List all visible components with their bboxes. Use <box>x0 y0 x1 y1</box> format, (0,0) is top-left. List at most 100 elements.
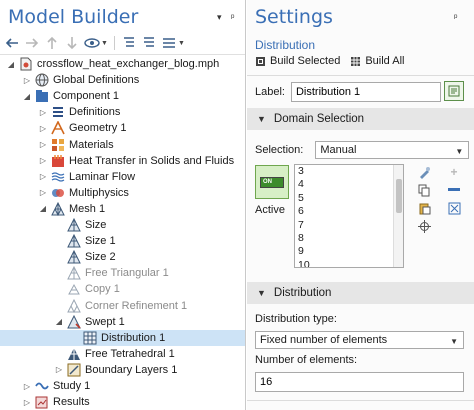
view-menu-icon[interactable]: ▾ <box>217 12 222 23</box>
domain-list-item[interactable]: 5 <box>295 192 403 205</box>
domain-list-item[interactable]: 6 <box>295 205 403 218</box>
heat-transfer-icon <box>51 154 65 168</box>
collapse-arrow-icon[interactable]: ◢ <box>54 317 64 326</box>
expand-arrow-icon[interactable]: ▷ <box>38 156 48 165</box>
domain-list-item[interactable]: 10 <box>295 259 403 267</box>
geometry-icon <box>51 121 65 135</box>
copy-selection-icon[interactable] <box>417 183 431 197</box>
pin-icon[interactable]: ᵖ <box>231 12 234 22</box>
build-all-button[interactable]: Build All <box>350 55 404 67</box>
distribution-icon <box>83 331 97 345</box>
list-view-icon[interactable] <box>161 35 177 51</box>
paste-selection-icon[interactable] <box>417 165 431 179</box>
expand-arrow-icon[interactable]: ▷ <box>38 108 48 117</box>
tree-item[interactable]: ◢ Swept 1 <box>0 314 245 330</box>
number-of-elements-input[interactable] <box>255 372 464 392</box>
eye-dropdown-icon[interactable]: ▼ <box>101 40 108 47</box>
domain-list-item[interactable]: 7 <box>295 219 403 232</box>
domain-list[interactable]: 3 4 5 6 7 8 9 10 <box>294 164 404 268</box>
tree-item-label: Heat Transfer in Solids and Fluids <box>69 154 235 167</box>
free-tetrahedral-icon <box>67 347 81 361</box>
paste-icon[interactable] <box>417 201 431 215</box>
tree-item[interactable]: Size <box>0 217 245 233</box>
tree-item[interactable]: ▷ Definitions <box>0 104 245 120</box>
list-scrollbar[interactable] <box>393 165 403 267</box>
tree-item-label: Global Definitions <box>53 74 140 87</box>
tree-item-label: Size 1 <box>85 235 116 248</box>
tree-item[interactable]: ◢ crossflow_heat_exchanger_blog.mph <box>0 56 245 72</box>
tree-item[interactable]: Corner Refinement 1 <box>0 298 245 314</box>
tree-item[interactable]: ◢ Mesh 1 <box>0 201 245 217</box>
model-builder-panel: Model Builder ▾ ᵖ ▼ ▼ ◢ crossflow_heat_e… <box>0 0 246 410</box>
expand-arrow-icon[interactable]: ▷ <box>54 365 64 374</box>
list-view-dropdown-icon[interactable]: ▼ <box>178 40 185 47</box>
tree-item-label: Size 2 <box>85 251 116 264</box>
tree-item[interactable]: Size 2 <box>0 249 245 265</box>
expand-all-icon[interactable] <box>121 35 137 51</box>
remove-icon[interactable] <box>447 183 461 197</box>
tree-item-label: Distribution 1 <box>101 331 166 344</box>
tree-item[interactable]: ▷ Geometry 1 <box>0 120 245 136</box>
tree-item[interactable]: Free Triangular 1 <box>0 265 245 281</box>
tree-item-label: Definitions <box>69 106 121 119</box>
tree-item[interactable]: ◢ Component 1 <box>0 88 245 104</box>
label-input[interactable] <box>290 82 441 102</box>
scroll-thumb[interactable] <box>396 179 402 213</box>
tree-item-label: Swept 1 <box>85 315 125 328</box>
tree-item-selected[interactable]: Distribution 1 <box>0 329 245 346</box>
domain-selection-header[interactable]: ▼ Domain Selection <box>247 108 474 130</box>
expand-arrow-icon[interactable]: ▷ <box>22 76 32 85</box>
zoom-to-selection-icon[interactable] <box>417 219 431 233</box>
forward-arrow-icon[interactable] <box>24 35 40 51</box>
expand-arrow-icon[interactable]: ▷ <box>38 188 48 197</box>
collapse-arrow-icon[interactable]: ◢ <box>38 204 48 213</box>
distribution-type-dropdown[interactable]: Fixed number of elements ▼ <box>255 331 464 349</box>
tree-item[interactable]: ▷ Heat Transfer in Solids and Fluids <box>0 153 245 169</box>
tree-item[interactable]: ▷ Global Definitions <box>0 72 245 88</box>
up-arrow-icon[interactable] <box>44 35 60 51</box>
tree-item[interactable]: ▷ Materials <box>0 137 245 153</box>
globe-icon <box>35 73 49 87</box>
expand-arrow-icon[interactable]: ▷ <box>38 124 48 133</box>
expand-arrow-icon[interactable]: ▷ <box>38 140 48 149</box>
selection-dropdown[interactable]: Manual ▼ <box>315 141 470 159</box>
build-toolbar: Build Selected Build All <box>255 55 404 67</box>
down-arrow-icon[interactable] <box>64 35 80 51</box>
label-note-icon[interactable] <box>444 81 464 101</box>
toolbar-separator <box>113 36 115 50</box>
tree-item[interactable]: ▷ Laminar Flow <box>0 169 245 185</box>
tree-item[interactable]: ▷ Boundary Layers 1 <box>0 362 245 378</box>
tree-item-label: Laminar Flow <box>69 170 136 183</box>
collapse-all-icon[interactable] <box>141 35 157 51</box>
tree-item[interactable]: Copy 1 <box>0 281 245 297</box>
domain-list-item[interactable]: 4 <box>295 178 403 191</box>
collapse-arrow-icon[interactable]: ◢ <box>22 92 32 101</box>
clear-selection-icon[interactable] <box>447 201 461 215</box>
distribution-header[interactable]: ▼ Distribution <box>247 282 474 304</box>
free-triangular-icon <box>67 266 81 280</box>
expand-arrow-icon[interactable]: ▷ <box>38 172 48 181</box>
back-arrow-icon[interactable] <box>4 35 20 51</box>
tree-item[interactable]: ▷ Multiphysics <box>0 185 245 201</box>
domain-list-item[interactable]: 9 <box>295 245 403 258</box>
active-toggle-button[interactable]: ON <box>255 165 289 199</box>
tree-item[interactable]: Free Tetrahedral 1 <box>0 346 245 362</box>
pin-icon[interactable]: ᵖ <box>454 12 457 22</box>
expand-arrow-icon[interactable]: ▷ <box>22 382 32 391</box>
tree-item[interactable]: ▷ Study 1 <box>0 378 245 394</box>
domain-list-item[interactable]: 3 <box>295 165 403 178</box>
tree-item[interactable]: Size 1 <box>0 233 245 249</box>
eye-icon[interactable] <box>84 35 100 51</box>
domain-list-items: 3 4 5 6 7 8 9 10 <box>295 165 403 267</box>
tree-item[interactable]: ▷ Results <box>0 394 245 410</box>
build-selected-button[interactable]: Build Selected <box>255 55 340 67</box>
settings-panel: Settings ᵖ Distribution Build Selected B… <box>247 0 474 410</box>
collapse-caret-icon: ▼ <box>257 114 266 124</box>
domain-list-item[interactable]: 8 <box>295 232 403 245</box>
add-icon[interactable]: + <box>447 165 461 179</box>
build-all-label: Build All <box>365 55 405 67</box>
tree-item-label: Corner Refinement 1 <box>85 299 188 312</box>
mesh-icon <box>51 201 65 216</box>
collapse-arrow-icon[interactable]: ◢ <box>6 60 16 69</box>
expand-arrow-icon[interactable]: ▷ <box>22 398 32 407</box>
